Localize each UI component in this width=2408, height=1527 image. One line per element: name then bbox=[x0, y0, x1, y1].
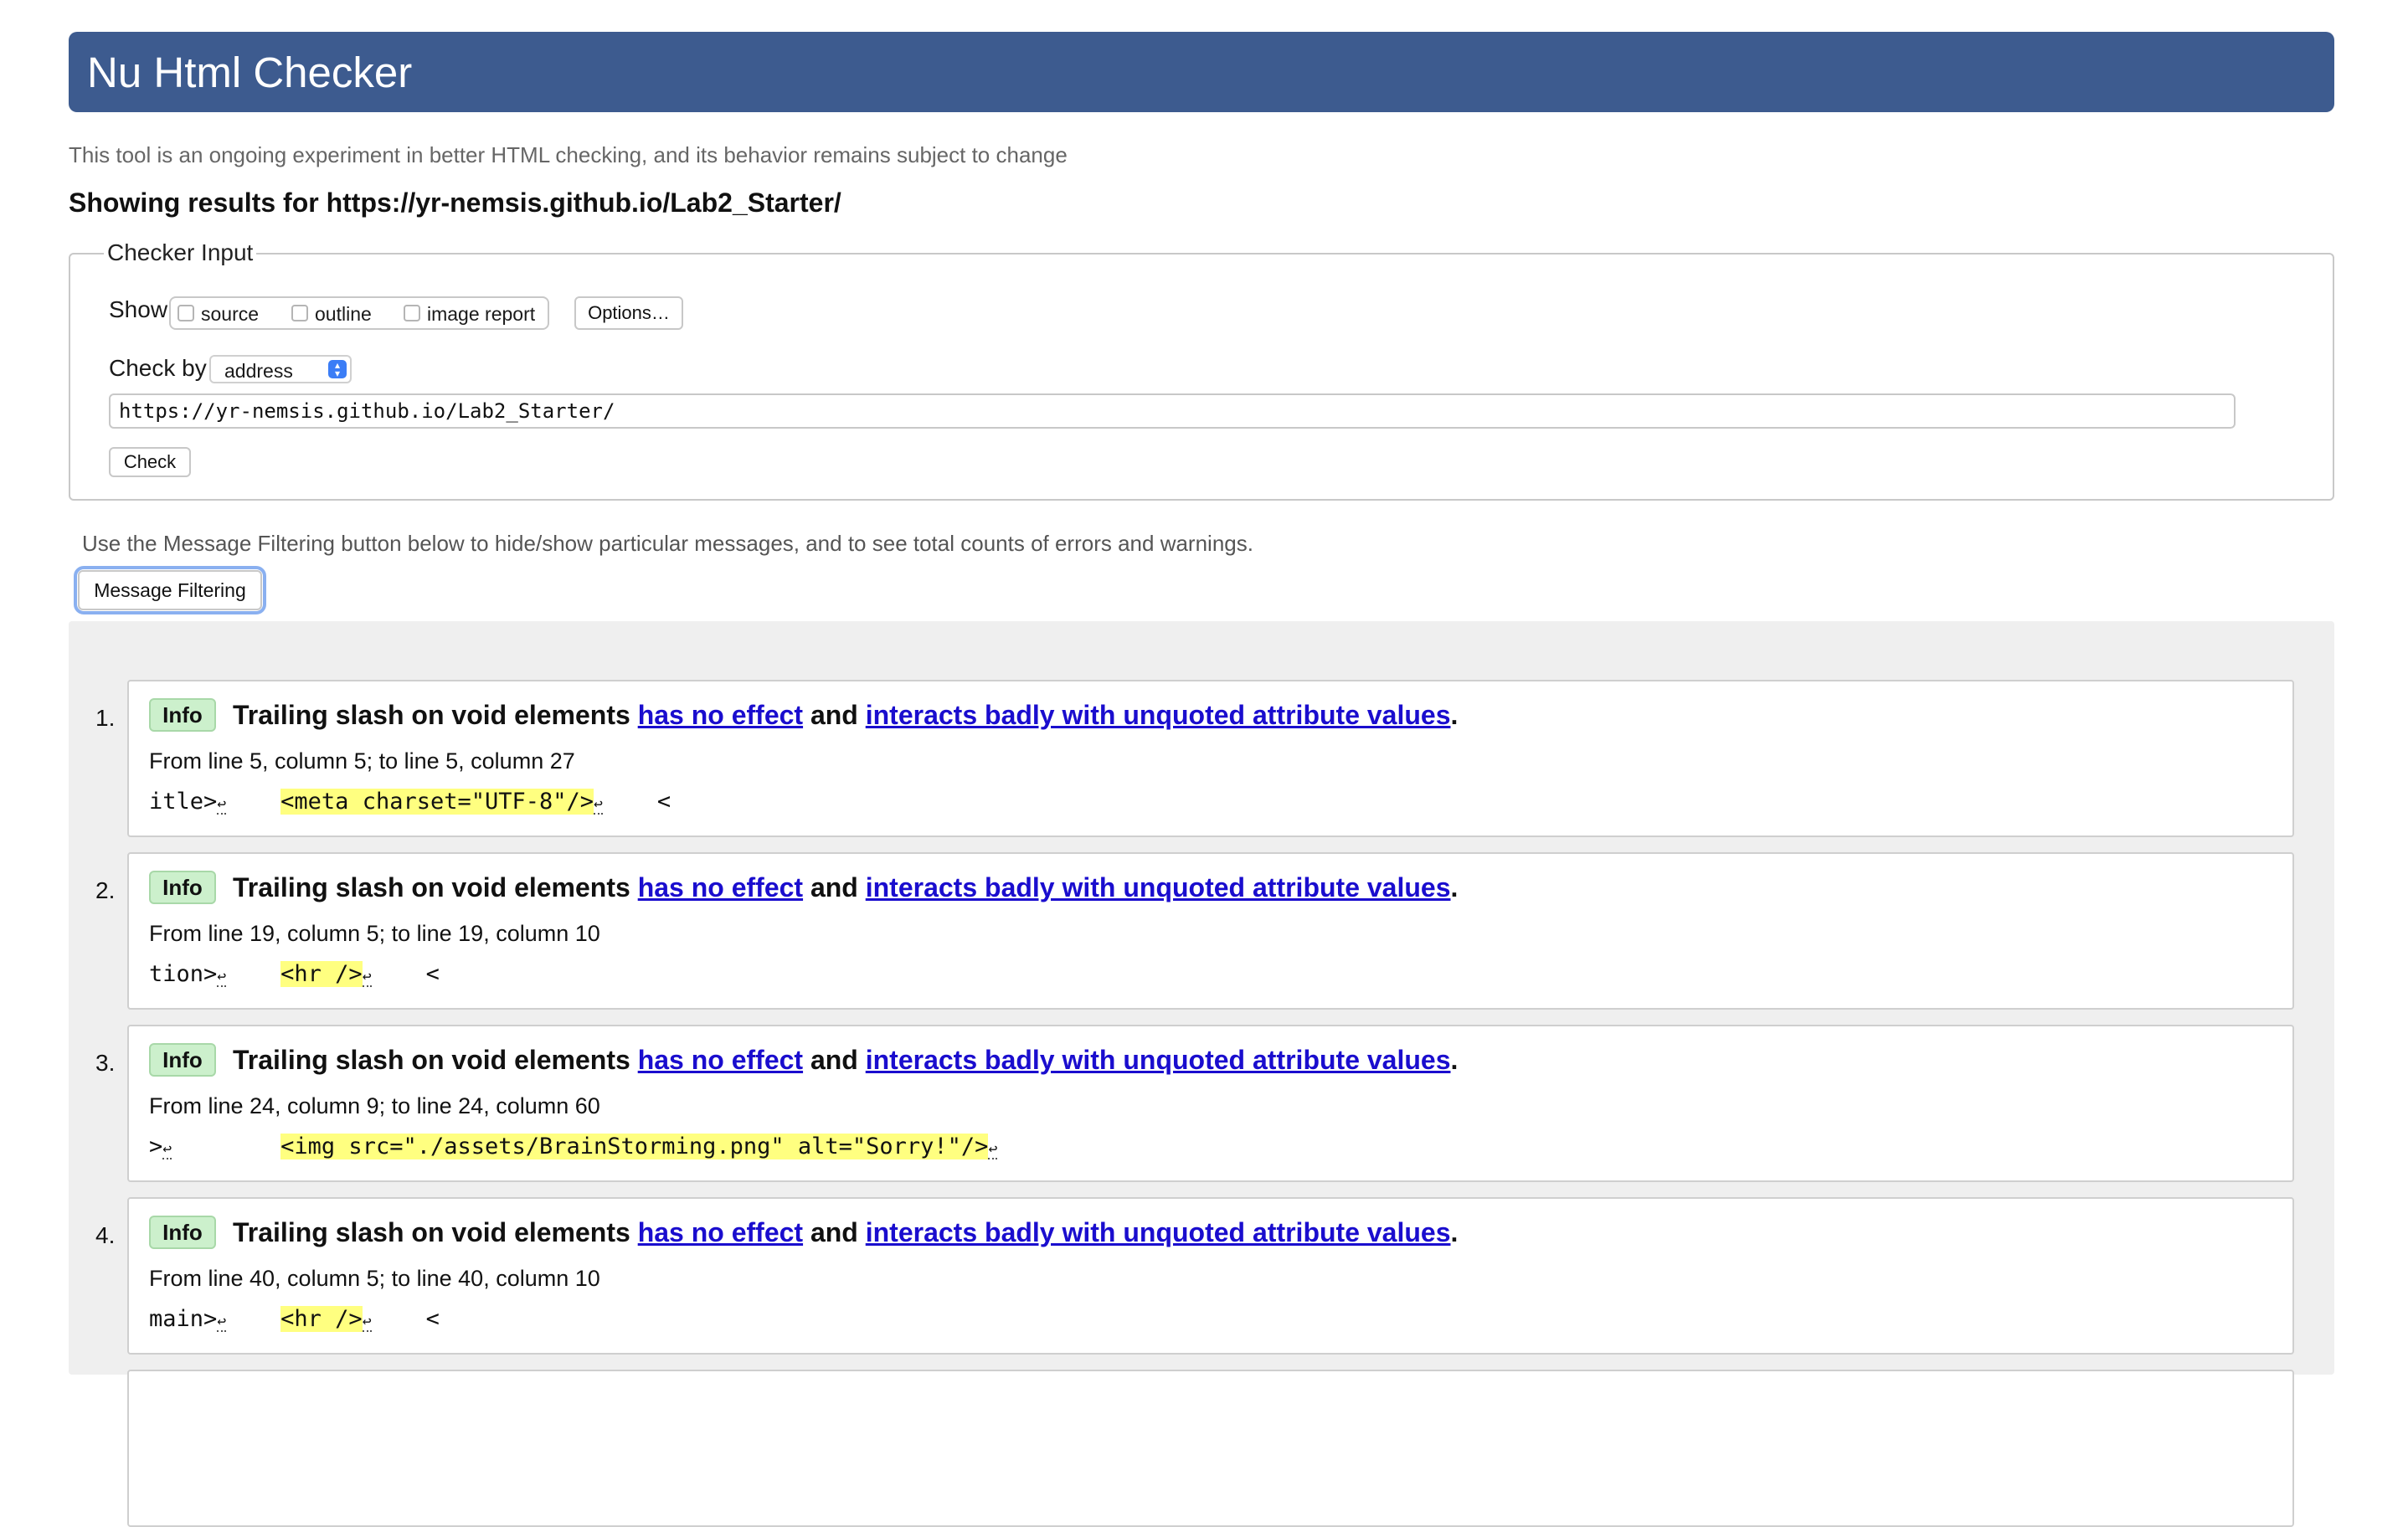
message-location: From line 19, column 5; to line 19, colu… bbox=[149, 921, 600, 946]
message-item bbox=[127, 1370, 2294, 1527]
url-input[interactable] bbox=[109, 393, 2236, 429]
unquoted-attribute-link[interactable]: interacts badly with unquoted attribute … bbox=[866, 1217, 1451, 1247]
checker-input-fieldset: Checker Input Show source outline image … bbox=[69, 239, 2334, 501]
code-after: < bbox=[371, 1306, 440, 1332]
code-before: itle> bbox=[149, 789, 218, 815]
unquoted-attribute-link[interactable]: interacts badly with unquoted attribute … bbox=[866, 700, 1451, 730]
message-number: 4. bbox=[95, 1222, 116, 1248]
info-badge: Info bbox=[149, 698, 216, 732]
outline-checkbox-label[interactable]: outline bbox=[315, 303, 372, 326]
source-checkbox-label[interactable]: source bbox=[201, 303, 259, 326]
show-label: Show bbox=[109, 296, 168, 322]
image-report-checkbox[interactable] bbox=[404, 305, 420, 321]
message-code-extract: tion>↩ <hr />↩ < bbox=[149, 961, 440, 987]
experiment-note: This tool is an ongoing experiment in be… bbox=[69, 142, 1068, 167]
line-feed-icon: ↩ bbox=[162, 1140, 172, 1159]
code-gap bbox=[226, 789, 280, 815]
message-number: 2. bbox=[95, 877, 116, 903]
unquoted-attribute-link[interactable]: interacts badly with unquoted attribute … bbox=[866, 1045, 1451, 1075]
header-bar: Nu Html Checker bbox=[69, 32, 2334, 112]
message-title: Trailing slash on void elements has no e… bbox=[233, 1217, 1458, 1248]
info-badge: Info bbox=[149, 871, 216, 904]
message-item: Info Trailing slash on void elements has… bbox=[127, 680, 2294, 837]
options-button[interactable]: Options… bbox=[574, 296, 683, 330]
source-checkbox[interactable] bbox=[178, 305, 194, 321]
message-title-and: and bbox=[810, 1045, 858, 1075]
message-code-extract: >↩ <img src="./assets/BrainStorming.png"… bbox=[149, 1134, 998, 1159]
message-title: Trailing slash on void elements has no e… bbox=[233, 872, 1458, 903]
has-no-effect-link[interactable]: has no effect bbox=[638, 872, 803, 902]
check-button[interactable]: Check bbox=[109, 447, 191, 477]
code-gap bbox=[226, 961, 280, 987]
message-title-and: and bbox=[810, 700, 858, 730]
message-location: From line 24, column 9; to line 24, colu… bbox=[149, 1093, 600, 1118]
code-gap bbox=[172, 1134, 280, 1159]
message-title: Trailing slash on void elements has no e… bbox=[233, 700, 1458, 731]
message-code-extract: itle>↩ <meta charset="UTF-8"/>↩ < bbox=[149, 789, 671, 815]
has-no-effect-link[interactable]: has no effect bbox=[638, 1045, 803, 1075]
message-title-period: . bbox=[1450, 1217, 1459, 1247]
message-item: Info Trailing slash on void elements has… bbox=[127, 852, 2294, 1010]
line-feed-icon: ↩ bbox=[217, 795, 227, 815]
message-filtering-button[interactable]: Message Filtering bbox=[78, 570, 262, 610]
unquoted-attribute-link[interactable]: interacts badly with unquoted attribute … bbox=[866, 872, 1451, 902]
line-feed-icon: ↩ bbox=[988, 1140, 998, 1159]
message-location: From line 5, column 5; to line 5, column… bbox=[149, 748, 575, 774]
message-title-and: and bbox=[810, 872, 858, 902]
line-feed-icon: ↩ bbox=[594, 795, 603, 815]
filter-note: Use the Message Filtering button below t… bbox=[82, 531, 1253, 556]
code-before: > bbox=[149, 1134, 163, 1159]
code-after: < bbox=[602, 789, 671, 815]
check-by-select[interactable]: address ▴ ▾ bbox=[209, 355, 352, 383]
message-title: Trailing slash on void elements has no e… bbox=[233, 1045, 1458, 1076]
code-gap bbox=[226, 1306, 280, 1332]
message-title-text: Trailing slash on void elements bbox=[233, 1045, 630, 1075]
image-report-checkbox-label[interactable]: image report bbox=[427, 303, 535, 326]
line-feed-icon: ↩ bbox=[217, 968, 227, 987]
line-feed-icon: ↩ bbox=[217, 1313, 227, 1332]
has-no-effect-link[interactable]: has no effect bbox=[638, 1217, 803, 1247]
outline-checkbox[interactable] bbox=[291, 305, 308, 321]
message-code-extract: main>↩ <hr />↩ < bbox=[149, 1306, 440, 1332]
message-number: 1. bbox=[95, 705, 116, 731]
message-item: Info Trailing slash on void elements has… bbox=[127, 1197, 2294, 1355]
select-arrows-icon: ▴ ▾ bbox=[328, 360, 347, 378]
results-heading: Showing results for https://yr-nemsis.gi… bbox=[69, 188, 841, 218]
message-item: Info Trailing slash on void elements has… bbox=[127, 1025, 2294, 1182]
info-badge: Info bbox=[149, 1043, 216, 1077]
has-no-effect-link[interactable]: has no effect bbox=[638, 700, 803, 730]
code-before: tion> bbox=[149, 961, 218, 987]
code-highlight: <hr /> bbox=[280, 1306, 363, 1332]
check-by-label: Check by bbox=[109, 355, 207, 381]
line-feed-icon: ↩ bbox=[362, 968, 372, 987]
message-title-period: . bbox=[1450, 872, 1459, 902]
message-title-period: . bbox=[1450, 700, 1459, 730]
code-after: < bbox=[371, 961, 440, 987]
checker-input-legend: Checker Input bbox=[104, 239, 257, 266]
info-badge: Info bbox=[149, 1216, 216, 1249]
message-title-text: Trailing slash on void elements bbox=[233, 872, 630, 902]
message-location: From line 40, column 5; to line 40, colu… bbox=[149, 1266, 600, 1291]
code-highlight: <hr /> bbox=[280, 961, 363, 987]
code-highlight: <img src="./assets/BrainStorming.png" al… bbox=[280, 1134, 989, 1159]
page-title: Nu Html Checker bbox=[87, 48, 413, 96]
check-by-value: address bbox=[224, 360, 293, 382]
show-options-group: source outline image report bbox=[169, 296, 549, 330]
message-title-period: . bbox=[1450, 1045, 1459, 1075]
line-feed-icon: ↩ bbox=[362, 1313, 372, 1332]
message-title-text: Trailing slash on void elements bbox=[233, 1217, 630, 1247]
code-before: main> bbox=[149, 1306, 218, 1332]
message-number: 3. bbox=[95, 1050, 116, 1076]
message-title-text: Trailing slash on void elements bbox=[233, 700, 630, 730]
message-title-and: and bbox=[810, 1217, 858, 1247]
code-highlight: <meta charset="UTF-8"/> bbox=[280, 789, 594, 815]
